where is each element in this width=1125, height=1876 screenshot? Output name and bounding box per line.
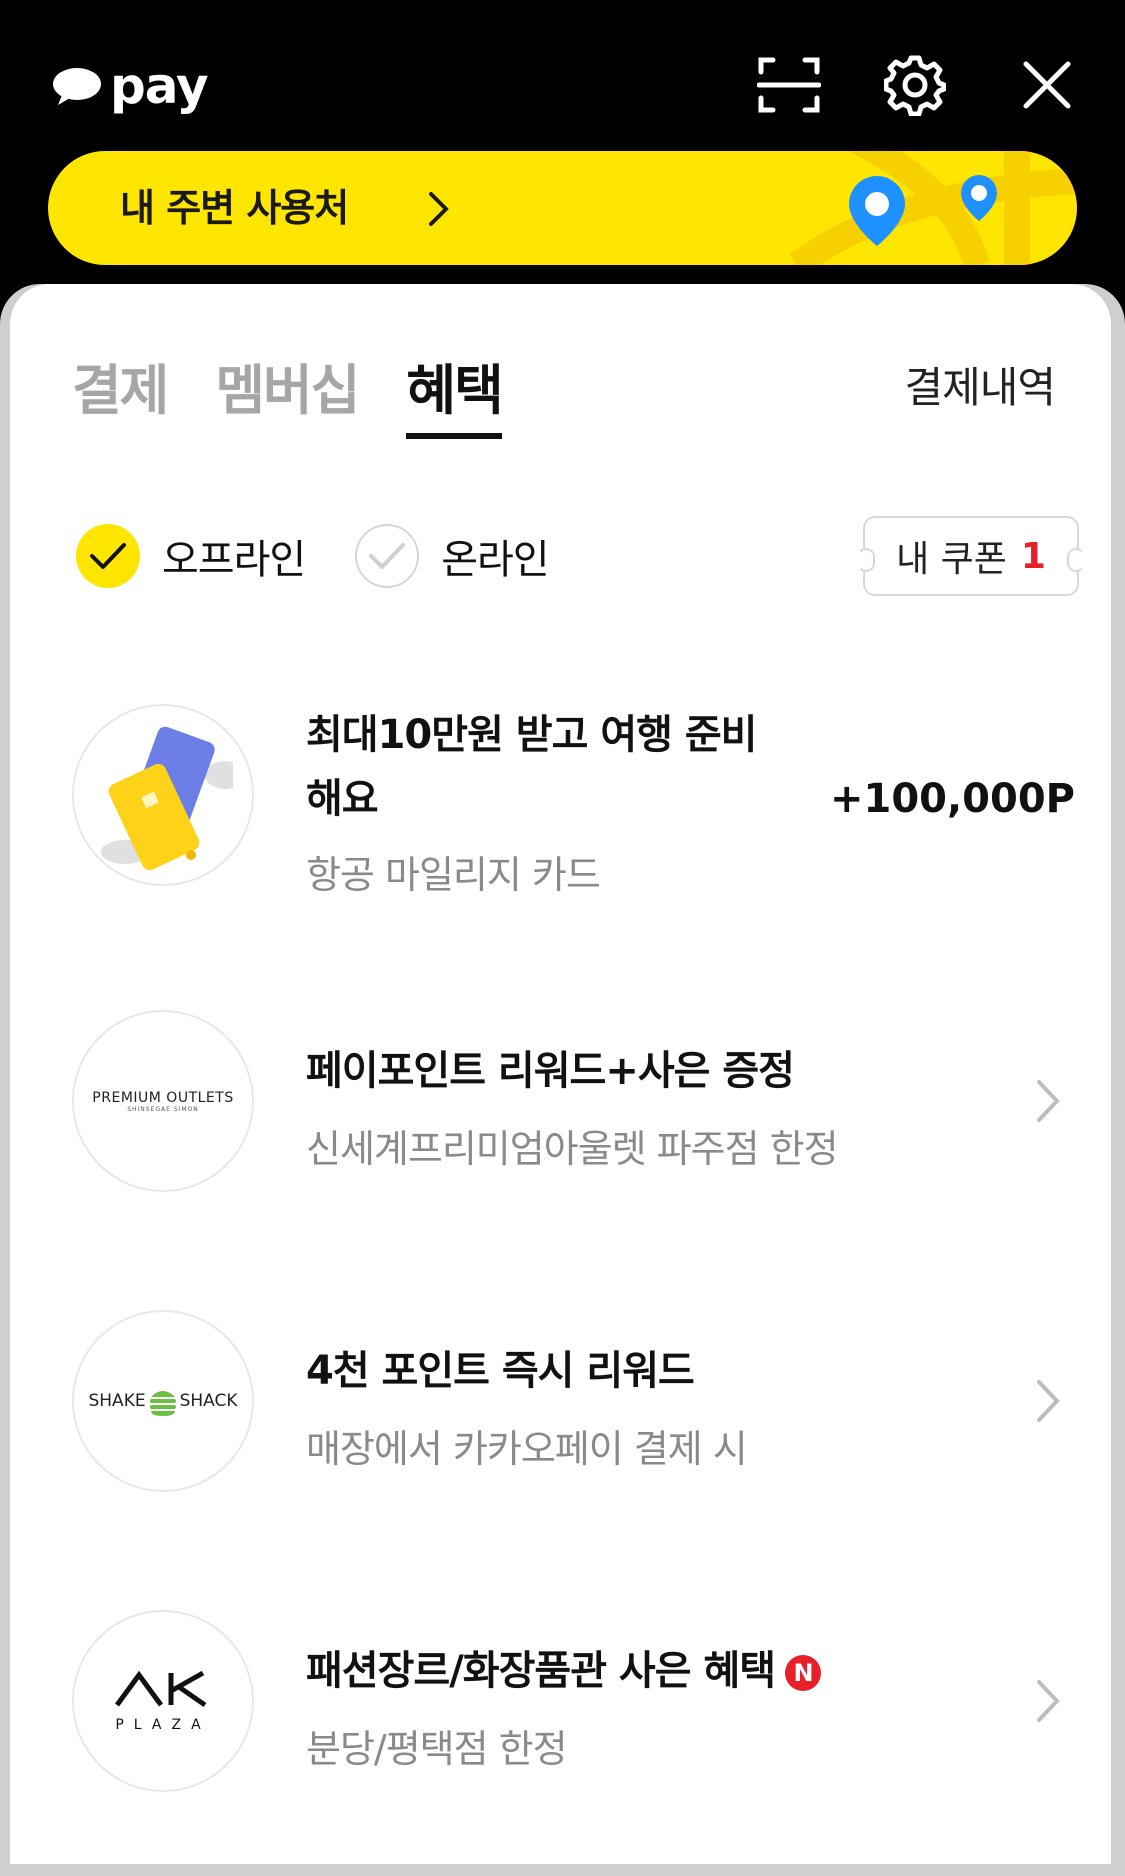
ak-logo-mark (114, 1670, 207, 1708)
card-thumbnail (72, 704, 254, 886)
checkmark-icon (76, 524, 140, 588)
speech-bubble-icon (52, 67, 102, 105)
logo-sub-text: PLAZA (115, 1717, 211, 1733)
ak-plaza-logo: PLAZA (72, 1610, 254, 1792)
benefit-title-line2: 해요 (306, 776, 379, 822)
benefit-title-text: 패션장르/화장품관 사은 혜택 (306, 1648, 776, 1694)
payment-history-link[interactable]: 결제내역 (904, 354, 1056, 415)
chevron-right-icon (1037, 1680, 1060, 1722)
benefit-title: 페이포인트 리워드+사은 증정 (306, 1048, 795, 1094)
coupon-count: 1 (1020, 535, 1046, 577)
chevron-right-icon (1037, 1380, 1060, 1422)
benefit-amount: +100,000P (829, 776, 1075, 822)
premium-outlets-logo: PREMIUM OUTLETS SHINSEGAE SIMON (72, 1010, 254, 1192)
benefit-item-shakeshack[interactable]: SHAKE SHACK 4천 포인트 즉시 리워드 매장에서 카카오페이 결제 … (10, 1310, 1111, 1500)
logo-main-text: PREMIUM OUTLETS (92, 1089, 234, 1106)
benefit-item-outlets[interactable]: PREMIUM OUTLETS SHINSEGAE SIMON 페이포인트 리워… (10, 1010, 1111, 1200)
checkmark-icon (355, 524, 420, 588)
logo-sub-text: SHINSEGAE SIMON (127, 1105, 199, 1113)
filter-online[interactable]: 온라인 (355, 524, 550, 588)
close-icon[interactable] (1014, 52, 1080, 118)
kakaopay-logo: pay (52, 57, 209, 115)
main-sheet: 결제 멤버십 혜택 결제내역 오프라인 온라인 내 쿠폰 1 최대10만원 받고… (0, 284, 1125, 1876)
logo-left-text: SHAKE (88, 1391, 146, 1411)
tab-benefits[interactable]: 혜택 (406, 346, 504, 439)
benefit-item-akplaza[interactable]: PLAZA 패션장르/화장품관 사은 혜택 N 분당/평택점 한정 (10, 1610, 1111, 1800)
filter-offline[interactable]: 오프라인 (76, 524, 306, 588)
burger-icon (149, 1391, 176, 1416)
chevron-right-icon (1037, 1080, 1060, 1122)
benefit-title: 패션장르/화장품관 사은 혜택 N (306, 1640, 822, 1702)
benefit-title-line1: 최대10만원 받고 여행 준비 (306, 712, 757, 758)
benefit-item-card[interactable]: 최대10만원 받고 여행 준비 해요 항공 마일리지 카드 +100,000P (10, 704, 1111, 897)
logo-right-text: SHACK (179, 1391, 238, 1411)
new-badge: N (785, 1655, 822, 1691)
gear-icon[interactable] (882, 52, 948, 118)
tab-membership[interactable]: 멤버십 (215, 346, 360, 439)
shake-shack-logo: SHAKE SHACK (72, 1310, 254, 1492)
nearby-stores-banner[interactable]: 내 주변 사용처 (48, 151, 1077, 265)
nearby-label: 내 주변 사용처 (120, 186, 349, 230)
coupon-label: 내 쿠폰 (896, 539, 1007, 580)
tab-payment[interactable]: 결제 (72, 346, 169, 439)
benefit-title: 4천 포인트 즉시 리워드 (306, 1348, 695, 1394)
benefit-subtitle: 항공 마일리지 카드 (306, 853, 601, 897)
filter-offline-label: 오프라인 (162, 537, 306, 583)
filter-group: 오프라인 온라인 (76, 524, 599, 588)
benefits-card: 결제 멤버십 혜택 결제내역 오프라인 온라인 내 쿠폰 1 최대10만원 받고… (10, 284, 1111, 1864)
logo-text: pay (110, 57, 209, 115)
my-coupon-button[interactable]: 내 쿠폰 1 (857, 516, 1085, 596)
tab-bar: 결제 멤버십 혜택 (72, 346, 550, 439)
benefit-subtitle: 분당/평택점 한정 (306, 1727, 568, 1771)
scan-icon[interactable] (756, 52, 822, 118)
chevron-right-icon (429, 192, 449, 226)
benefit-subtitle: 매장에서 카카오페이 결제 시 (306, 1427, 748, 1471)
benefit-subtitle: 신세계프리미엄아울렛 파주점 한정 (306, 1127, 839, 1171)
map-decoration (789, 151, 1077, 265)
credit-card-icon (101, 726, 233, 870)
filter-online-label: 온라인 (441, 537, 549, 583)
